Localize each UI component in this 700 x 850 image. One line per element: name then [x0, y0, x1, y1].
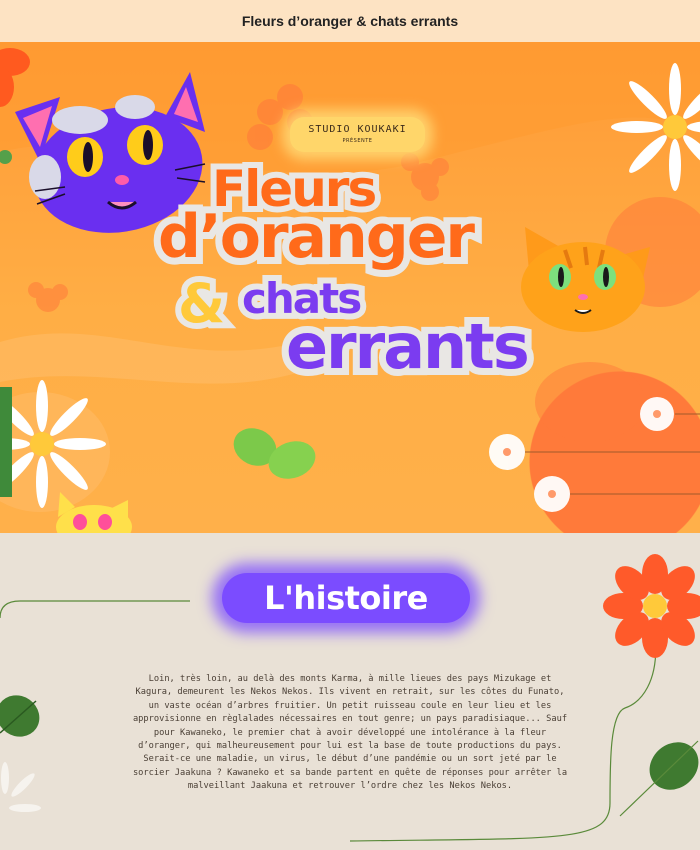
orange-flower-icon [603, 554, 700, 658]
logo-word-errants: errants [279, 303, 537, 390]
story-heading-badge: L'histoire [222, 573, 470, 623]
studio-badge: STUDIO KOUKAKI PRÉSENTE [290, 117, 425, 152]
site-title: Fleurs d’oranger & chats errants [241, 13, 459, 29]
logo-ampersand: & [172, 266, 231, 341]
story-heading: L'histoire [264, 579, 428, 617]
hero-banner: STUDIO KOUKAKI PRÉSENTE Fleurs d’oranger… [0, 42, 700, 533]
studio-subtitle: PRÉSENTE [342, 138, 373, 144]
leaf-icon [619, 740, 699, 817]
story-text: Loin, très loin, au delà des monts Karma… [132, 674, 568, 792]
site-header: Fleurs d’oranger & chats errants [0, 0, 700, 42]
leaves-icon [233, 428, 316, 479]
studio-name: STUDIO KOUKAKI [308, 124, 407, 135]
leaf-icon [0, 695, 40, 737]
story-section: L'histoire Loin, très loin, au delà des … [0, 533, 700, 850]
logo-word-oranger: d’oranger [151, 195, 482, 279]
